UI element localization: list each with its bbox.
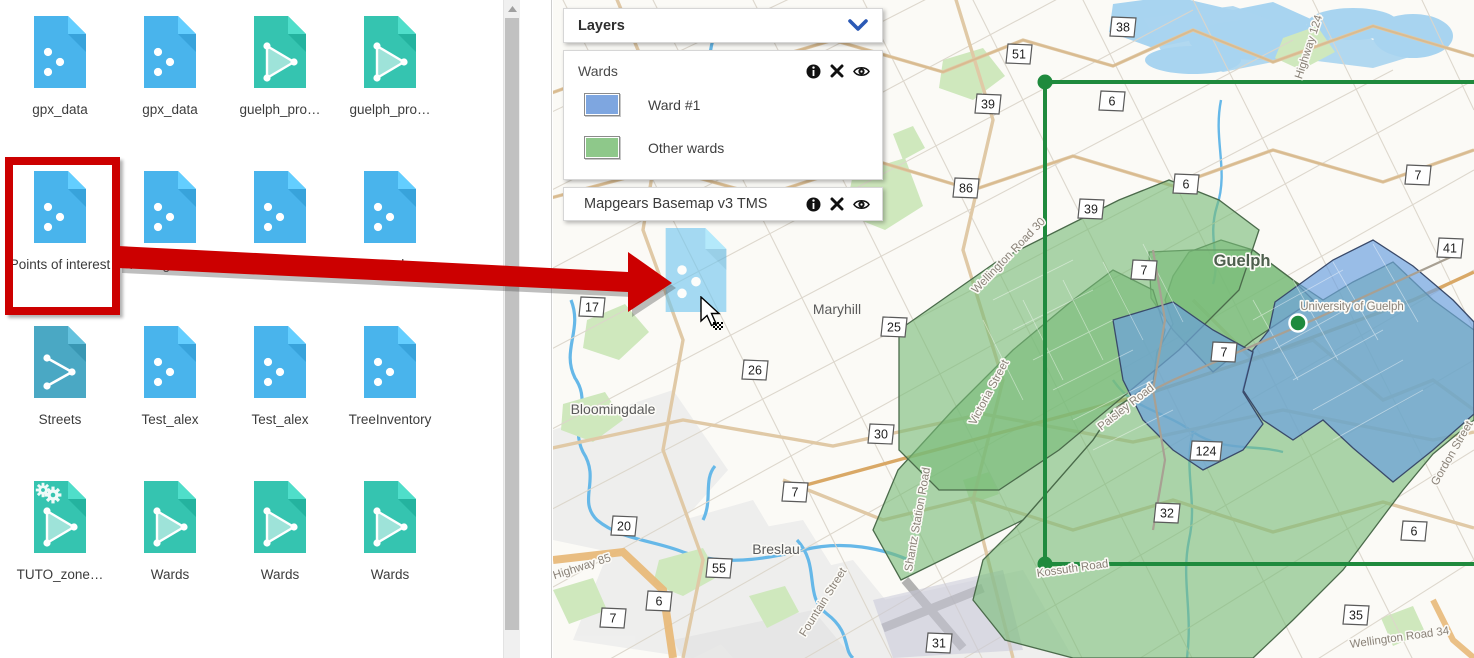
legend-swatch-other <box>584 136 620 159</box>
layer-name: Wards <box>578 63 618 79</box>
file-label: PollingStati… <box>239 257 321 272</box>
file-item[interactable]: guelph_pro… <box>225 8 335 163</box>
point-layer-file-icon[interactable] <box>249 324 311 402</box>
file-item[interactable]: gpx_data <box>5 8 115 163</box>
file-item[interactable]: PollingStati… <box>115 163 225 318</box>
layer-actions <box>806 197 870 212</box>
legend-swatch-ward1 <box>584 93 620 116</box>
file-label: Test_alex <box>251 412 309 427</box>
eye-icon[interactable] <box>853 65 870 78</box>
file-label: Wards <box>370 567 410 582</box>
close-icon[interactable] <box>830 197 844 211</box>
info-icon[interactable] <box>806 197 821 212</box>
file-label: Wards <box>150 567 190 582</box>
layers-panel-header[interactable]: Layers <box>563 8 883 43</box>
eye-icon[interactable] <box>853 198 870 211</box>
layer-actions <box>806 64 870 79</box>
file-label: gpx_data <box>32 102 88 117</box>
file-label: guelph_pro… <box>239 102 321 117</box>
polygon-layer-file-icon[interactable] <box>249 479 311 557</box>
info-icon[interactable] <box>806 64 821 79</box>
point-layer-file-icon[interactable] <box>139 169 201 247</box>
map-canvas[interactable]: Maryhill Maryhill Bloomingdale Bloomingdale… <box>553 0 1474 658</box>
panel-divider <box>537 0 552 658</box>
legend-item: Other wards <box>564 126 882 169</box>
file-item[interactable]: Test_alex <box>115 318 225 473</box>
layer-item-wards[interactable]: Wards Ward #1 Other wards <box>563 50 883 180</box>
file-label: Wards <box>260 567 300 582</box>
layers-widget: Layers Wards Ward #1 Other wards Mapgear… <box>563 8 883 221</box>
file-item[interactable]: Wards <box>115 473 225 628</box>
file-label: guelph_pro… <box>349 102 431 117</box>
file-label: gpx_data <box>142 102 198 117</box>
point-layer-file-icon[interactable] <box>29 14 91 92</box>
polygon-layer-file-icon[interactable] <box>249 14 311 92</box>
file-browser-panel: gpx_data gpx_data guelph_pro… guelph_pro… <box>0 0 520 658</box>
close-icon[interactable] <box>830 64 844 78</box>
scrollbar-thumb[interactable] <box>505 18 519 630</box>
file-item[interactable]: Wards <box>335 473 445 628</box>
file-item[interactable]: TreeInventory <box>335 318 445 473</box>
legend-label: Other wards <box>648 139 725 156</box>
point-layer-file-icon[interactable] <box>359 169 421 247</box>
file-item[interactable]: PollingStati… <box>225 163 335 318</box>
layer-row-header: Wards <box>564 59 882 83</box>
file-item[interactable]: TUTO_zone… <box>5 473 115 628</box>
file-browser-scrollbar[interactable] <box>503 0 520 658</box>
file-label: Puntos_de_… <box>347 257 433 272</box>
file-label: PollingStati… <box>129 257 211 272</box>
file-item[interactable]: gpx_data <box>115 8 225 163</box>
polygon-layer-file-icon[interactable] <box>29 479 91 557</box>
file-item[interactable]: guelph_pro… <box>335 8 445 163</box>
file-item[interactable]: Test_alex <box>225 318 335 473</box>
highlight-box-annotation <box>5 157 120 315</box>
layer-name: Mapgears Basemap v3 TMS <box>584 196 768 212</box>
point-layer-file-icon[interactable] <box>359 324 421 402</box>
file-label: TUTO_zone… <box>16 567 104 582</box>
file-label: TreeInventory <box>348 412 432 427</box>
legend-label: Ward #1 <box>648 96 701 113</box>
file-item[interactable]: Streets <box>5 318 115 473</box>
polygon-layer-file-icon[interactable] <box>359 14 421 92</box>
application-window: gpx_data gpx_data guelph_pro… guelph_pro… <box>0 0 1474 658</box>
legend-item: Ward #1 <box>564 83 882 126</box>
file-label: Test_alex <box>141 412 199 427</box>
layer-item-basemap[interactable]: Mapgears Basemap v3 TMS <box>563 187 883 221</box>
file-label: Streets <box>38 412 82 427</box>
polygon-layer-file-icon[interactable] <box>359 479 421 557</box>
layers-title: Layers <box>578 17 625 34</box>
point-layer-file-icon[interactable] <box>139 14 201 92</box>
point-layer-file-icon[interactable] <box>249 169 311 247</box>
chevron-down-icon[interactable] <box>846 17 870 35</box>
file-item[interactable]: Wards <box>225 473 335 628</box>
polygon-layer-file-icon[interactable] <box>139 479 201 557</box>
line-layer-file-icon[interactable] <box>29 324 91 402</box>
scroll-up-arrow-icon[interactable] <box>504 0 520 17</box>
point-layer-file-icon[interactable] <box>139 324 201 402</box>
file-item[interactable]: Puntos_de_… <box>335 163 445 318</box>
